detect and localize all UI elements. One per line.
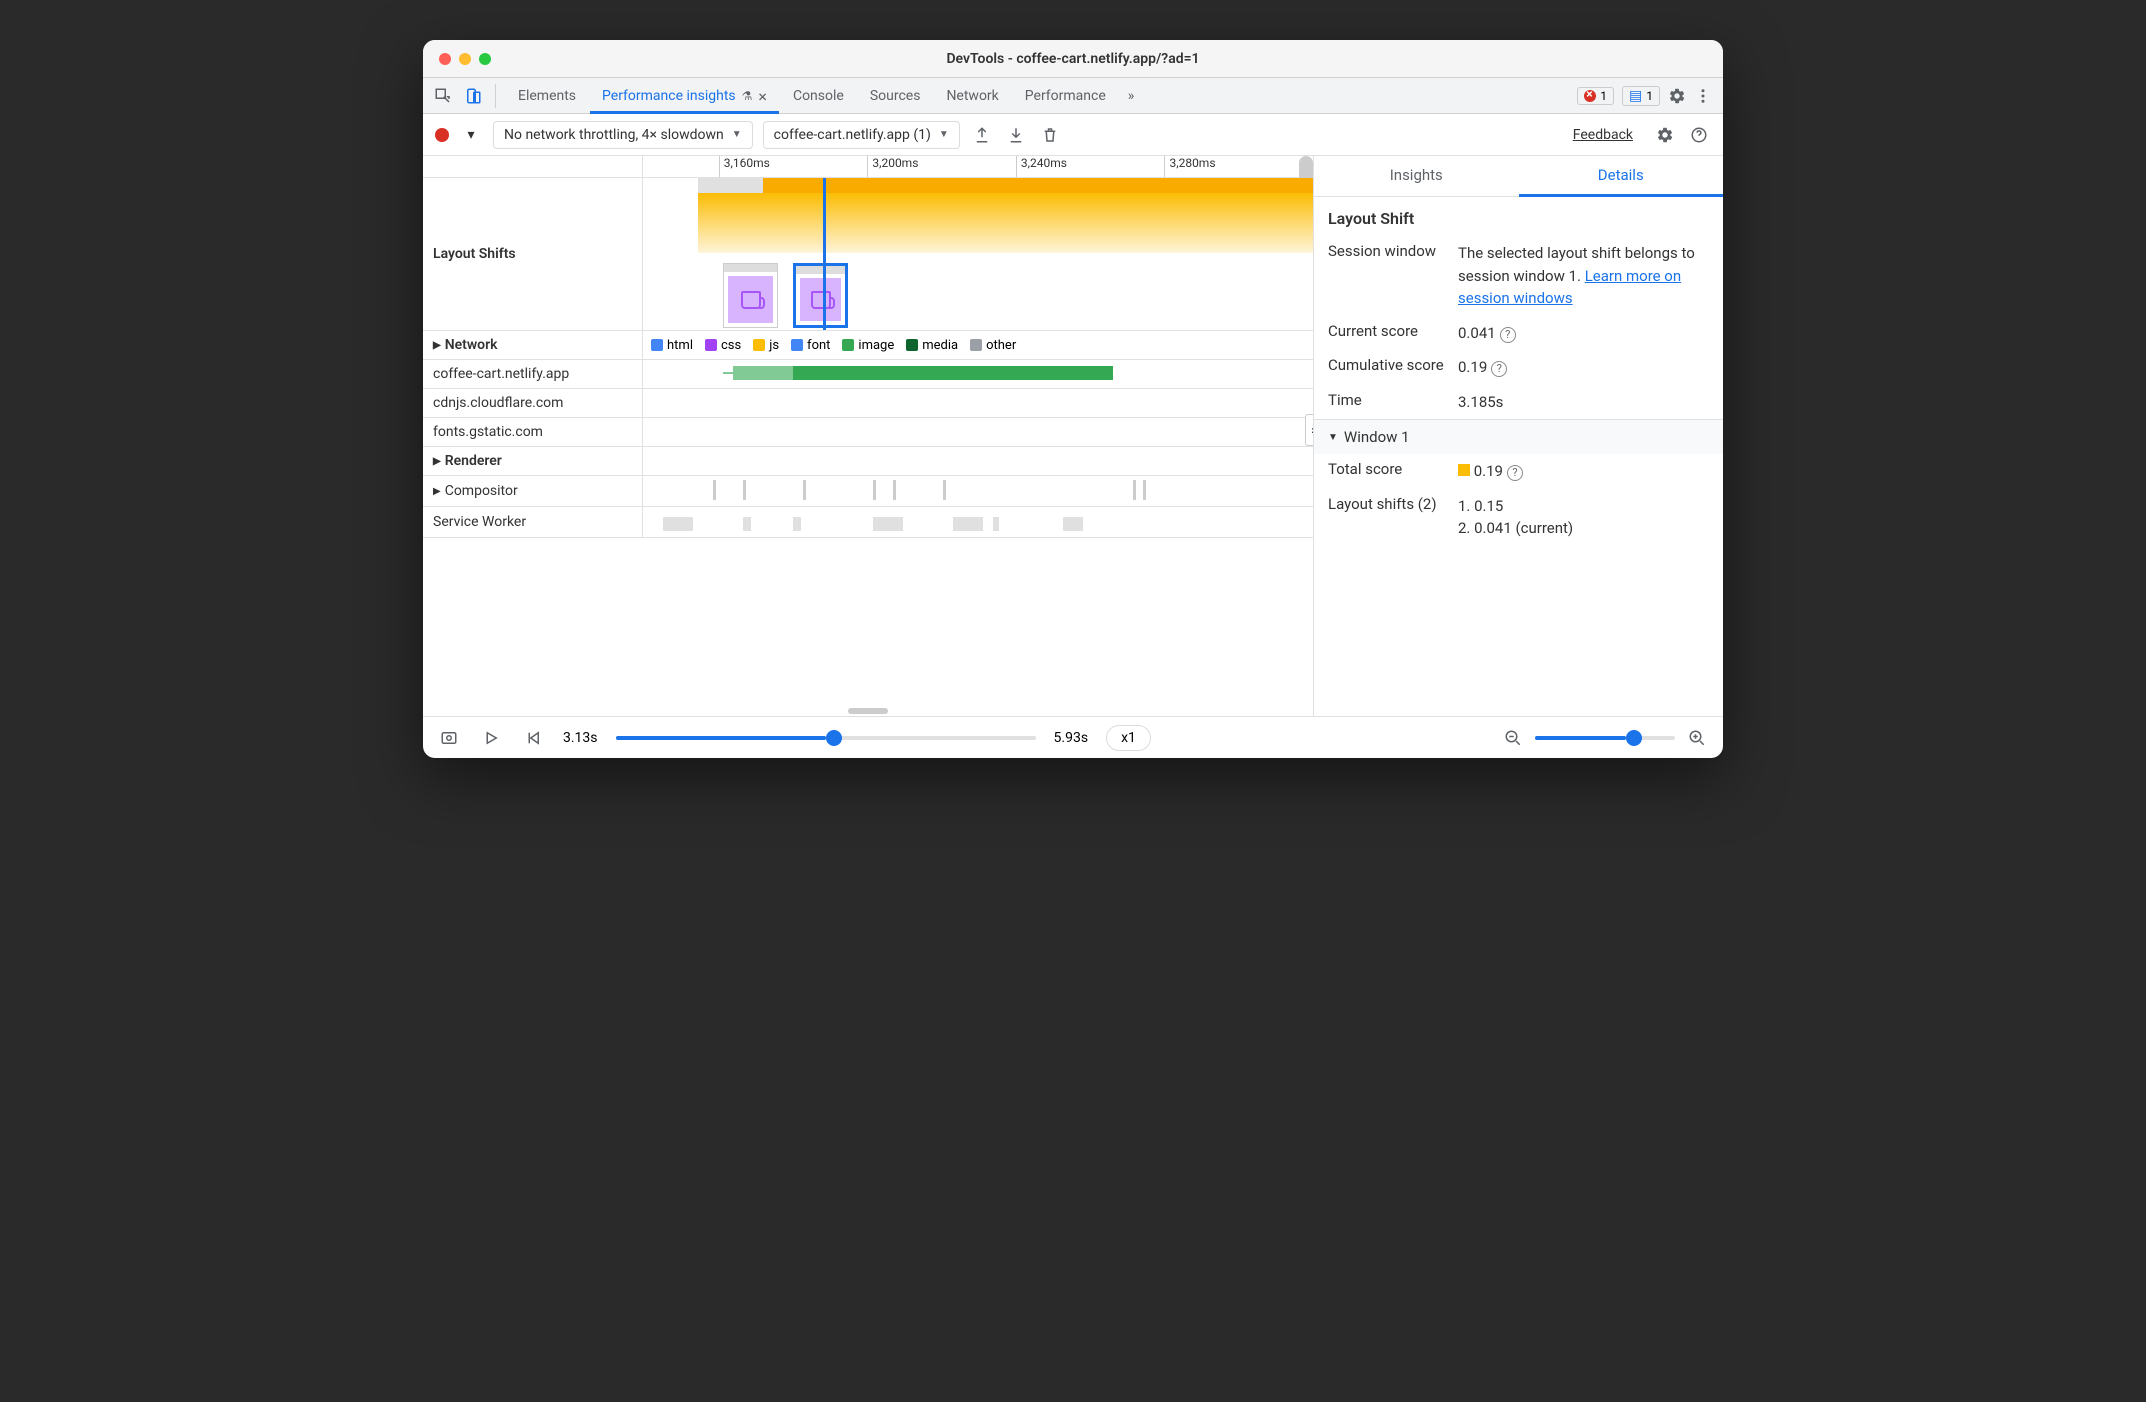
help-icon[interactable]: ?	[1500, 327, 1516, 343]
cls-gradient	[698, 193, 1313, 253]
network-host-row: fonts.gstatic.com	[423, 418, 1313, 447]
close-window-button[interactable]	[439, 53, 451, 65]
timeline-pane: 3,160ms 3,200ms 3,240ms 3,280ms Layout S…	[423, 156, 1313, 716]
playback-footer: 3.13s 5.93s x1	[423, 716, 1723, 758]
layout-shift-entry[interactable]: 2. 0.041 (current)	[1458, 517, 1709, 540]
settings-icon[interactable]	[1665, 84, 1689, 108]
network-bar[interactable]	[733, 366, 793, 380]
throttling-select[interactable]: No network throttling, 4× slowdown ▼	[493, 121, 753, 149]
details-tab[interactable]: Details	[1519, 156, 1724, 197]
layout-shifts-label: Layout Shifts	[423, 178, 643, 330]
zoom-in-icon[interactable]	[1685, 726, 1709, 750]
message-icon: ▤	[1629, 88, 1642, 104]
devtools-window: DevTools - coffee-cart.netlify.app/?ad=1…	[423, 40, 1723, 758]
minimize-window-button[interactable]	[459, 53, 471, 65]
inspect-element-icon[interactable]	[431, 84, 455, 108]
time-ruler: 3,160ms 3,200ms 3,240ms 3,280ms	[423, 156, 1313, 178]
record-button[interactable]	[435, 128, 449, 142]
error-icon	[1584, 90, 1596, 102]
renderer-track: ▶Renderer	[423, 447, 1313, 476]
layout-shifts-track: Layout Shifts	[423, 178, 1313, 331]
time-start: 3.13s	[563, 730, 598, 746]
record-menu-button[interactable]: ▾	[459, 123, 483, 147]
recording-select[interactable]: coffee-cart.netlify.app (1) ▼	[763, 121, 960, 149]
messages-badge[interactable]: ▤ 1	[1622, 86, 1660, 106]
main-tabbar: Elements Performance insights ⚗ × Consol…	[423, 78, 1723, 114]
tab-performance[interactable]: Performance	[1013, 80, 1118, 112]
errors-badge[interactable]: 1	[1577, 87, 1614, 105]
tab-sources[interactable]: Sources	[858, 80, 933, 112]
network-host-row: coffee-cart.netlify.app	[423, 360, 1313, 389]
zoom-out-icon[interactable]	[1501, 726, 1525, 750]
network-track-header: ▶Network html css js font image media ot…	[423, 331, 1313, 360]
chevron-down-icon: ▼	[732, 129, 742, 140]
device-toggle-icon[interactable]	[461, 84, 485, 108]
window-title: DevTools - coffee-cart.netlify.app/?ad=1	[423, 51, 1723, 67]
help-icon[interactable]: ?	[1491, 361, 1507, 377]
details-title: Layout Shift	[1314, 197, 1723, 236]
insights-toolbar: ▾ No network throttling, 4× slowdown ▼ c…	[423, 114, 1723, 156]
network-host-row: cdnjs.cloudflare.com	[423, 389, 1313, 418]
service-worker-track: Service Worker	[423, 507, 1313, 538]
time-end: 5.93s	[1054, 730, 1089, 746]
chevron-down-icon: ▼	[939, 129, 949, 140]
horizontal-scroll-handle[interactable]	[848, 708, 888, 714]
skip-back-icon[interactable]	[521, 726, 545, 750]
play-icon[interactable]	[479, 726, 503, 750]
expand-arrow-icon[interactable]: ▶	[433, 340, 441, 351]
help-icon[interactable]: ?	[1507, 465, 1523, 481]
close-tab-icon[interactable]: ×	[758, 87, 767, 106]
tab-console[interactable]: Console	[781, 80, 856, 112]
network-bar[interactable]	[793, 366, 1113, 380]
zoom-slider[interactable]	[1535, 736, 1675, 740]
playhead[interactable]	[823, 178, 826, 330]
insights-tab[interactable]: Insights	[1314, 156, 1519, 196]
cls-session-bar-active	[763, 178, 1313, 193]
window-section-header[interactable]: ▼Window 1	[1314, 419, 1723, 454]
tab-elements[interactable]: Elements	[506, 80, 588, 112]
screenshot-toggle-icon[interactable]	[437, 726, 461, 750]
flask-icon: ⚗	[742, 89, 753, 103]
expand-arrow-icon[interactable]: ▶	[433, 486, 441, 497]
delete-icon[interactable]	[1038, 123, 1062, 147]
more-tabs-button[interactable]: »	[1120, 88, 1143, 104]
sidebar-collapse-button[interactable]: ›	[1305, 414, 1313, 446]
feedback-link[interactable]: Feedback	[1573, 127, 1633, 143]
traffic-lights	[439, 53, 491, 65]
expand-arrow-icon[interactable]: ▶	[433, 456, 441, 467]
maximize-window-button[interactable]	[479, 53, 491, 65]
compositor-track: ▶Compositor	[423, 476, 1313, 507]
help-icon[interactable]	[1687, 123, 1711, 147]
import-icon[interactable]	[1004, 123, 1028, 147]
tab-performance-insights[interactable]: Performance insights ⚗ ×	[590, 79, 779, 114]
time-slider[interactable]	[616, 736, 1036, 740]
layout-shift-thumbnail-selected[interactable]	[793, 263, 848, 328]
tab-network[interactable]: Network	[934, 80, 1010, 112]
speed-select[interactable]: x1	[1106, 725, 1151, 751]
panel-settings-icon[interactable]	[1653, 123, 1677, 147]
score-color-swatch	[1458, 464, 1470, 476]
layout-shift-entry[interactable]: 1. 0.15	[1458, 495, 1709, 518]
details-pane: Insights Details Layout Shift Session wi…	[1313, 156, 1723, 716]
titlebar: DevTools - coffee-cart.netlify.app/?ad=1	[423, 40, 1723, 78]
layout-shift-thumbnail[interactable]	[723, 263, 778, 328]
export-icon[interactable]	[970, 123, 994, 147]
kebab-menu-icon[interactable]	[1691, 84, 1715, 108]
